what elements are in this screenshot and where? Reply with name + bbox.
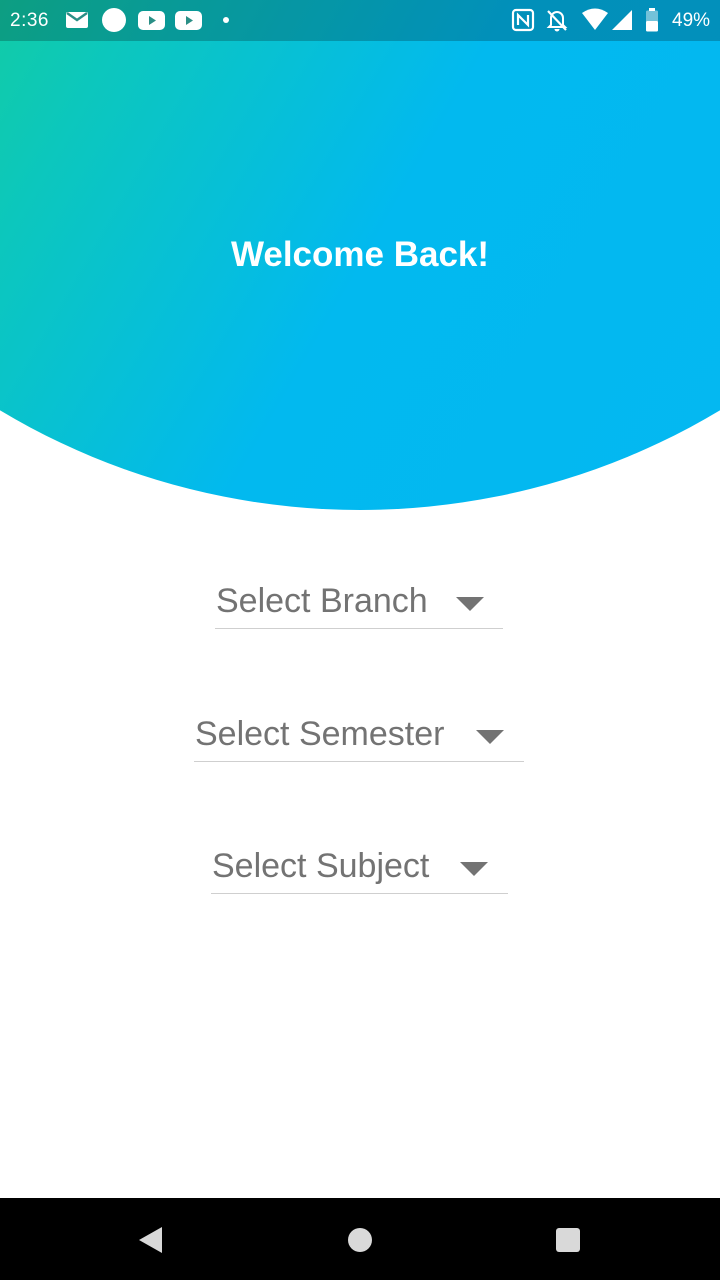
chevron-down-icon	[456, 597, 484, 611]
circle-icon	[102, 8, 126, 32]
branch-dropdown-label: Select Branch	[216, 582, 428, 620]
chevron-down-icon	[476, 730, 504, 744]
back-icon[interactable]	[137, 1226, 163, 1254]
chevron-down-icon	[460, 862, 488, 876]
branch-dropdown[interactable]: Select Branch	[215, 580, 503, 629]
battery-icon	[646, 8, 658, 32]
subject-dropdown-label: Select Subject	[212, 847, 430, 885]
wifi-icon	[582, 8, 608, 30]
semester-dropdown[interactable]: Select Semester	[194, 713, 524, 762]
youtube-icon	[175, 11, 202, 30]
semester-dropdown-label: Select Semester	[195, 715, 445, 753]
subject-dropdown[interactable]: Select Subject	[211, 845, 508, 894]
navigation-bar	[0, 1198, 720, 1280]
home-icon[interactable]	[347, 1227, 373, 1253]
dot-icon	[223, 17, 229, 23]
cell-signal-icon	[612, 10, 632, 30]
mail-icon	[66, 12, 88, 28]
recents-icon[interactable]	[555, 1227, 581, 1253]
youtube-icon	[138, 11, 165, 30]
welcome-title: Welcome Back!	[230, 235, 490, 274]
battery-percent: 49%	[672, 10, 711, 31]
notifications-off-icon	[546, 10, 568, 32]
status-time: 2:36	[10, 10, 49, 31]
status-bar: 2:36 49%	[0, 0, 720, 41]
nfc-icon	[511, 8, 535, 32]
